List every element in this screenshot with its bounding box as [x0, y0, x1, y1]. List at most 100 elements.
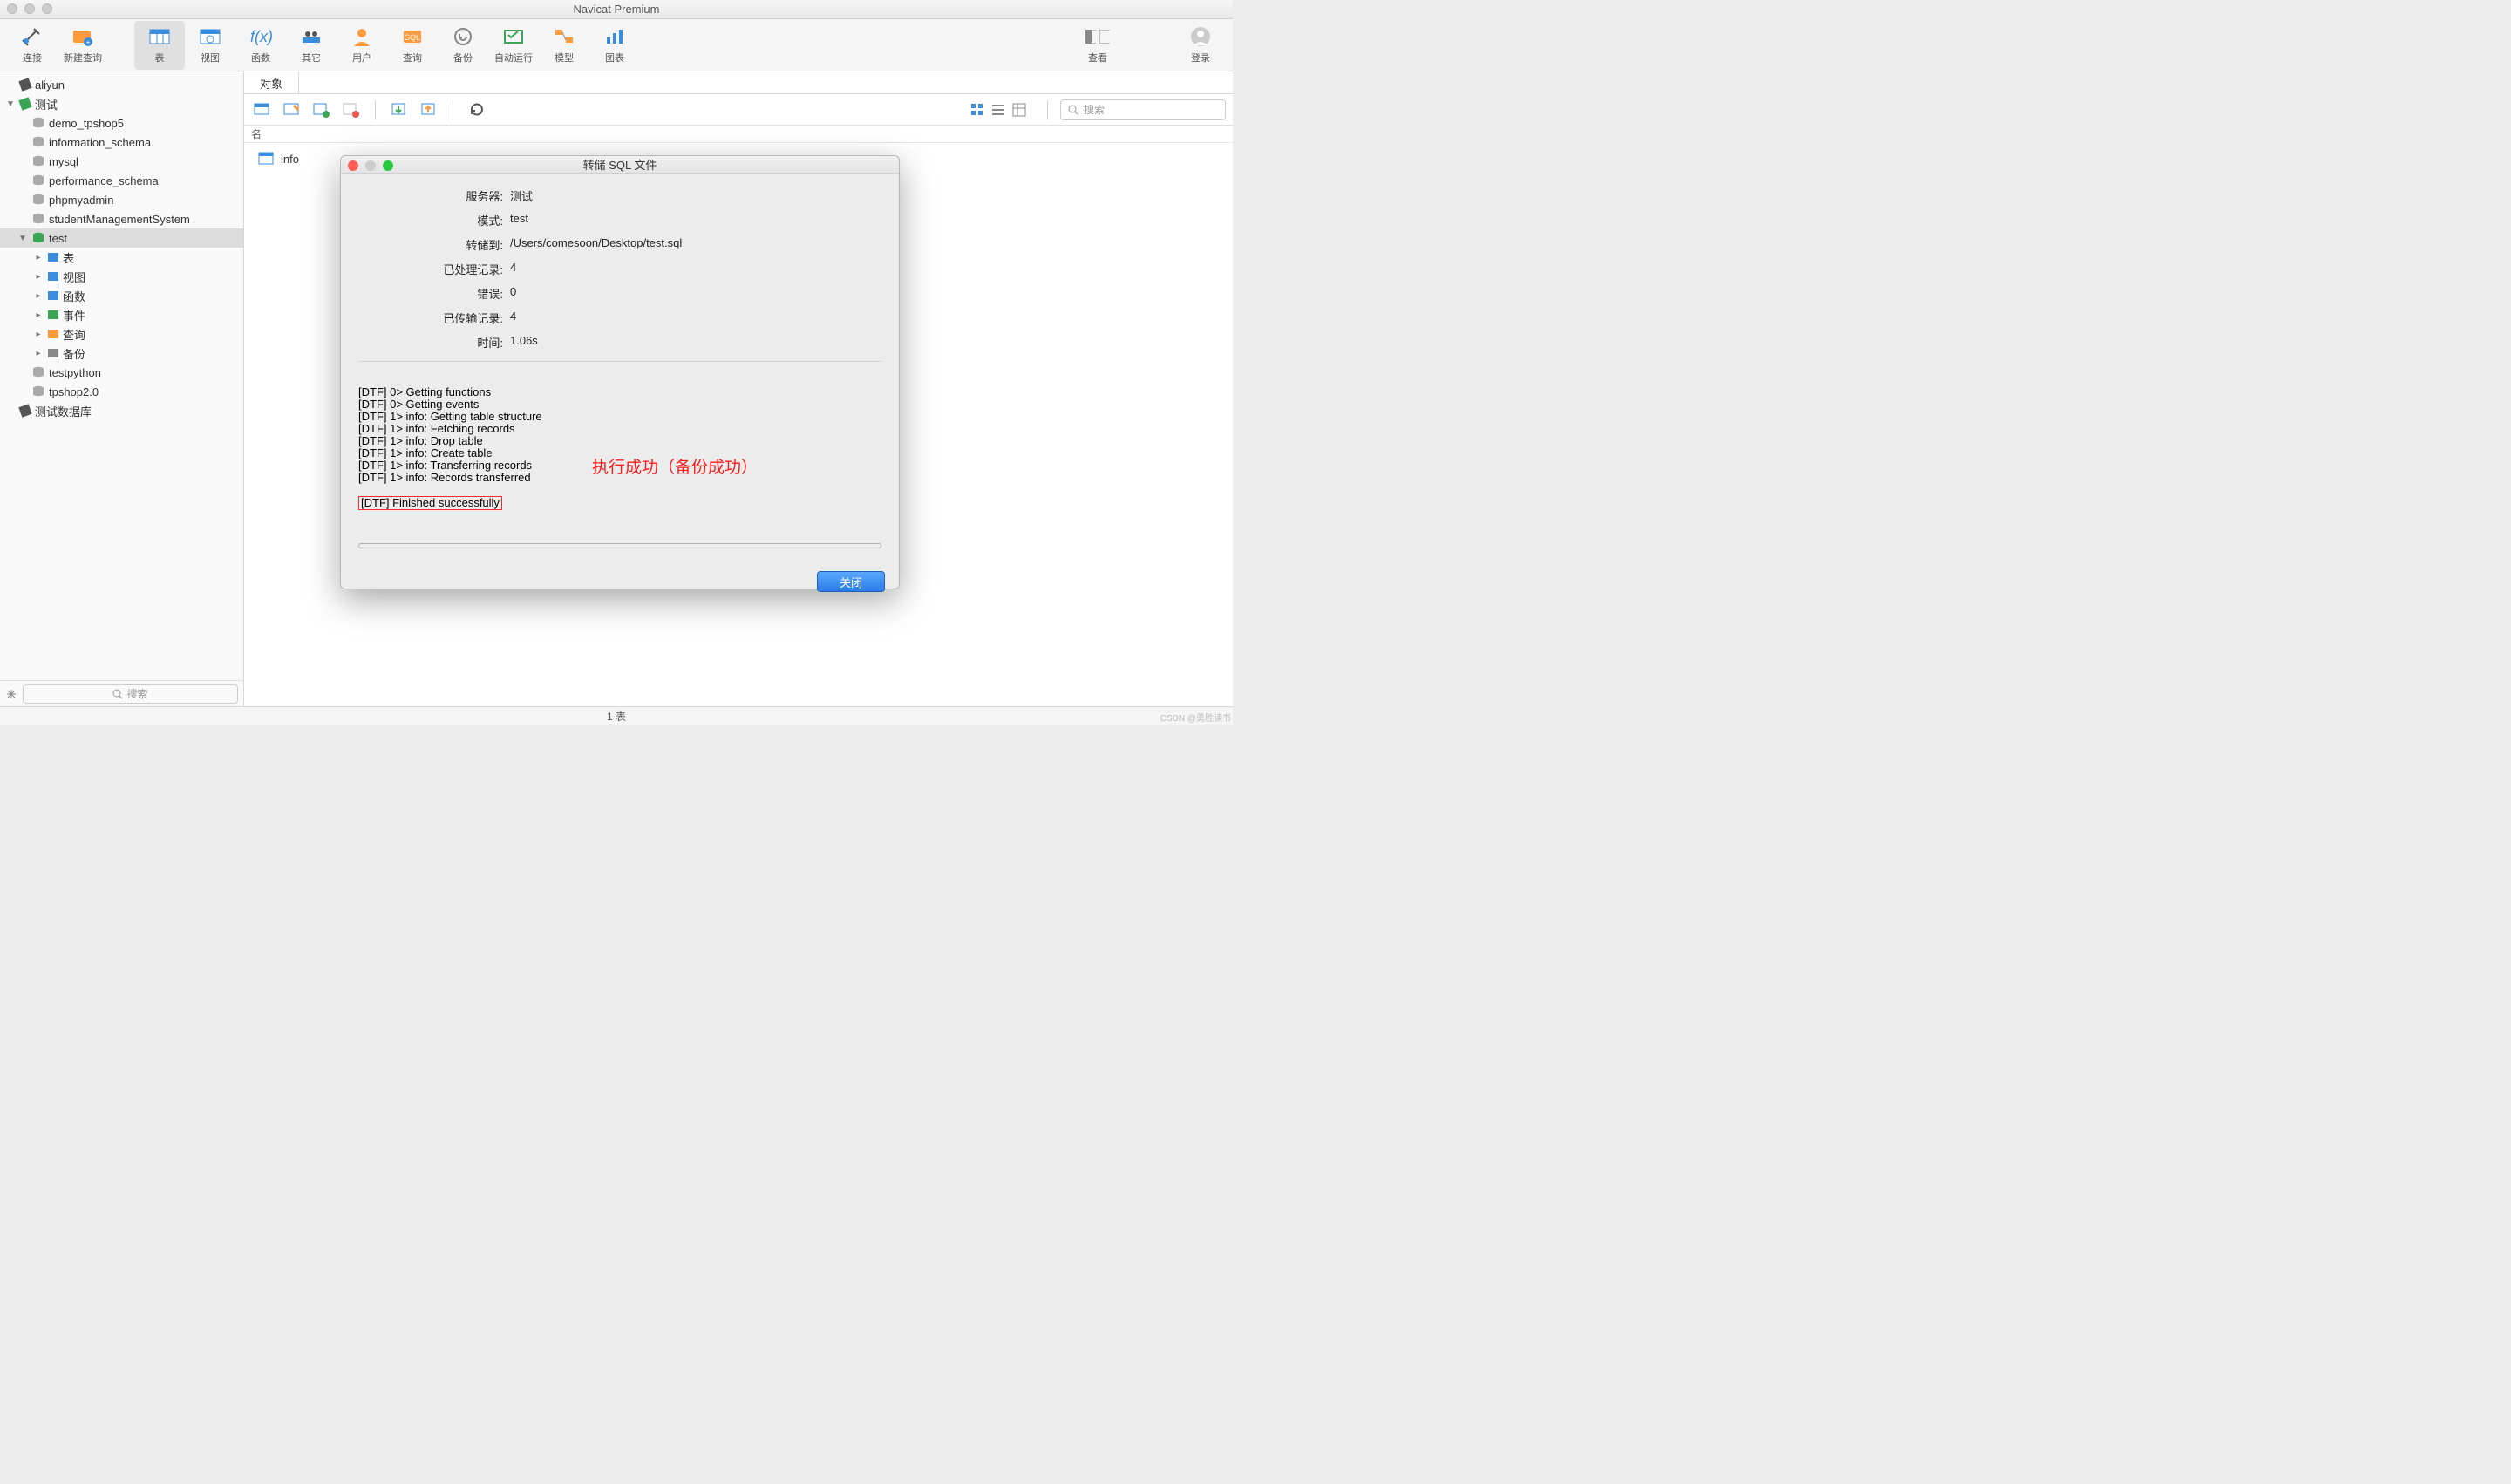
statusbar: 1 表: [0, 706, 1233, 725]
connection-tree: aliyun ▼测试 demo_tpshop5information_schem…: [0, 71, 243, 450]
dialog-min-icon: [365, 160, 376, 171]
dialog-body: 服务器:测试 模式:test 转储到:/Users/comesoon/Deskt…: [341, 174, 899, 571]
log-line: [DTF] 1> info: Drop table: [358, 435, 881, 447]
object-toolbar: 搜索: [244, 94, 1233, 126]
tb-views[interactable]: 视图: [185, 21, 235, 70]
tb-users[interactable]: 用户: [337, 21, 387, 70]
dialog-log: [DTF] 0> Getting functions[DTF] 0> Getti…: [358, 374, 881, 561]
list-header: 名: [244, 126, 1233, 143]
tb-new-query[interactable]: + 新建查询: [58, 21, 108, 70]
sidebar-footer: 搜索: [0, 680, 243, 706]
object-search[interactable]: 搜索: [1060, 99, 1226, 120]
db-child-item[interactable]: ▸事件: [0, 305, 243, 324]
db-item[interactable]: mysql: [0, 152, 243, 171]
dialog-close-icon[interactable]: [348, 160, 358, 171]
tb-label: 查询: [403, 51, 422, 65]
tb-label: 图表: [605, 51, 624, 65]
conn-ceshidb[interactable]: 测试数据库: [0, 401, 243, 420]
tabs: 对象: [244, 71, 1233, 94]
grid-view-icon[interactable]: [970, 103, 984, 117]
tb-model[interactable]: 模型: [539, 21, 589, 70]
conn-aliyun[interactable]: aliyun: [0, 75, 243, 94]
log-line: [DTF] 1> info: Fetching records: [358, 423, 881, 435]
svg-text:SQL: SQL: [405, 33, 420, 42]
db-item[interactable]: demo_tpshop5: [0, 113, 243, 133]
tb-view[interactable]: 查看: [1072, 21, 1123, 70]
view-modes: [970, 103, 1026, 117]
tb-label: 自动运行: [494, 51, 533, 65]
dialog-title: 转储 SQL 文件: [583, 156, 657, 173]
conn-ceshi[interactable]: ▼测试: [0, 94, 243, 113]
log-line: [DTF] 1> info: Getting table structure: [358, 411, 881, 423]
dialog-titlebar: 转储 SQL 文件: [341, 156, 899, 174]
tb-label: 视图: [201, 51, 220, 65]
delete-table-icon[interactable]: [340, 99, 363, 121]
log-line: [DTF] 0> Getting functions: [358, 386, 881, 398]
db-item[interactable]: information_schema: [0, 133, 243, 152]
sidebar-search[interactable]: 搜索: [23, 684, 238, 704]
db-item[interactable]: performance_schema: [0, 171, 243, 190]
log-final-line: [DTF] Finished successfully: [358, 496, 502, 510]
tab-objects[interactable]: 对象: [244, 71, 299, 93]
tb-tables[interactable]: 表: [134, 21, 185, 70]
app-title: Navicat Premium: [574, 3, 660, 16]
tb-label: 备份: [453, 51, 473, 65]
tb-connection[interactable]: 连接: [7, 21, 58, 70]
tb-backup[interactable]: 备份: [438, 21, 488, 70]
db-child-item[interactable]: ▸视图: [0, 267, 243, 286]
design-table-icon[interactable]: [281, 99, 303, 121]
tb-query[interactable]: SQL 查询: [387, 21, 438, 70]
db-test[interactable]: ▼test: [0, 228, 243, 248]
detail-view-icon[interactable]: [1012, 103, 1026, 117]
db-child-item[interactable]: ▸表: [0, 248, 243, 267]
svg-text:+: +: [86, 38, 91, 46]
db-child-item[interactable]: ▸查询: [0, 324, 243, 344]
close-button[interactable]: 关闭: [817, 571, 885, 592]
dialog-summary: 服务器:测试 模式:test 转储到:/Users/comesoon/Deskt…: [358, 187, 881, 362]
settings-icon[interactable]: [5, 688, 17, 700]
tb-label: 其它: [302, 51, 321, 65]
open-table-icon[interactable]: [251, 99, 274, 121]
log-line: [DTF] 0> Getting events: [358, 398, 881, 411]
search-icon: [1068, 105, 1079, 115]
tb-charts[interactable]: 图表: [589, 21, 640, 70]
tb-label: 登录: [1191, 51, 1210, 65]
new-table-icon[interactable]: [310, 99, 333, 121]
db-item[interactable]: testpython: [0, 363, 243, 382]
db-item[interactable]: phpmyadmin: [0, 190, 243, 209]
tb-label: 模型: [555, 51, 574, 65]
main-toolbar: 连接 + 新建查询 表 视图 f(x) 函数 其它 用户 SQL 查询 备份 自动运行…: [0, 19, 1233, 71]
dialog-zoom-icon[interactable]: [383, 160, 393, 171]
db-child-item[interactable]: ▸函数: [0, 286, 243, 305]
tb-automation[interactable]: 自动运行: [488, 21, 539, 70]
zoom-window-icon[interactable]: [42, 3, 52, 14]
db-item[interactable]: studentManagementSystem: [0, 209, 243, 228]
titlebar: Navicat Premium: [0, 0, 1233, 19]
window-controls: [7, 3, 52, 14]
dialog-footer: 关闭: [341, 571, 899, 592]
minimize-window-icon[interactable]: [24, 3, 35, 14]
tb-label: 表: [155, 51, 165, 65]
table-name: info: [281, 153, 299, 166]
tb-login[interactable]: 登录: [1175, 21, 1226, 70]
app-window: Navicat Premium 连接 + 新建查询 表 视图 f(x) 函数 其它 …: [0, 0, 1233, 725]
annotation-text: 执行成功（备份成功）: [592, 459, 758, 478]
tb-label: 查看: [1088, 51, 1107, 65]
export-icon[interactable]: [418, 99, 440, 121]
db-child-item[interactable]: ▸备份: [0, 344, 243, 363]
watermark: CSDN @勇胜读书: [1160, 711, 1231, 724]
db-item[interactable]: tpshop2.0: [0, 382, 243, 401]
svg-text:f(x): f(x): [250, 28, 273, 45]
progress-bar: [358, 543, 881, 548]
table-icon: [258, 152, 274, 166]
refresh-icon[interactable]: [466, 99, 488, 121]
close-window-icon[interactable]: [7, 3, 17, 14]
tb-label: 用户: [352, 51, 371, 65]
list-view-icon[interactable]: [991, 103, 1005, 117]
tb-functions[interactable]: f(x) 函数: [235, 21, 286, 70]
tb-label: 新建查询: [64, 51, 102, 65]
import-icon[interactable]: [388, 99, 411, 121]
tb-others[interactable]: 其它: [286, 21, 337, 70]
tb-label: 函数: [251, 51, 270, 65]
dump-sql-dialog: 转储 SQL 文件 服务器:测试 模式:test 转储到:/Users/come…: [340, 155, 900, 589]
